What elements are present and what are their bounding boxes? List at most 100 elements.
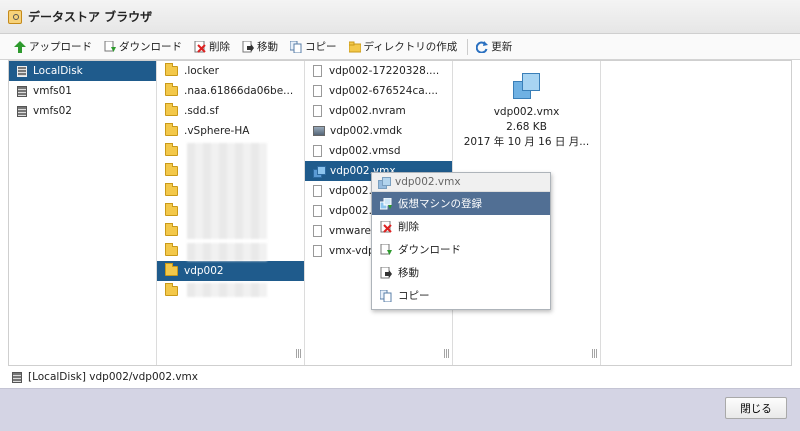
toolbar: アップロード ダウンロード 削除 移動 コピー ディレクトリの作成 更新 (0, 34, 800, 60)
folder-icon (165, 263, 178, 276)
download-label: ダウンロード (119, 41, 182, 53)
redacted-area (187, 283, 267, 297)
datastore-item-localdisk[interactable]: LocalDisk (9, 61, 156, 81)
folder-icon (165, 163, 178, 176)
folder-item-selected[interactable]: vdp002 (157, 261, 304, 281)
menu-item-delete[interactable]: 削除 (372, 215, 550, 238)
menu-item-register-vm[interactable]: 仮想マシンの登録 (372, 192, 550, 215)
folder-icon (165, 123, 178, 136)
file-icon (313, 105, 322, 117)
file-item[interactable]: vdp002.vmsd (305, 141, 452, 161)
window-title: データストア ブラウザ (28, 10, 153, 24)
folder-label: .locker (184, 65, 219, 77)
file-icon (313, 205, 322, 217)
file-icon (313, 65, 322, 77)
menu-item-copy[interactable]: コピー (372, 284, 550, 307)
file-icon (313, 85, 322, 97)
menu-item-label: 移動 (398, 267, 419, 279)
folder-icon (165, 223, 178, 236)
menu-item-move[interactable]: 移動 (372, 261, 550, 284)
resize-grip-icon[interactable]: ||| (443, 349, 450, 359)
folder-label: .vSphere-HA (184, 125, 250, 137)
refresh-icon (475, 40, 489, 53)
file-item[interactable]: vdp002-17220328.... (305, 61, 452, 81)
new-directory-label: ディレクトリの作成 (363, 41, 458, 53)
file-item[interactable]: vdp002-676524ca.... (305, 81, 452, 101)
folder-icon (165, 143, 178, 156)
move-button[interactable]: 移動 (242, 39, 278, 54)
delete-label: 削除 (209, 41, 230, 53)
file-label: vdp002.vmdk (330, 125, 403, 137)
disk-icon (12, 371, 22, 383)
resize-grip-icon[interactable]: ||| (295, 349, 302, 359)
copy-icon (379, 289, 392, 302)
datastore-item-vmfs02[interactable]: vmfs02 (9, 101, 156, 121)
file-item[interactable]: vdp002.vmdk (305, 121, 452, 141)
context-menu: vdp002.vmx 仮想マシンの登録 削除 ダウンロード 移動 コピー (371, 172, 551, 310)
folder-icon (165, 83, 178, 96)
datastore-pane[interactable]: LocalDisk vmfs01 vmfs02 (9, 61, 157, 365)
download-file-icon (104, 40, 116, 53)
file-icon (313, 185, 322, 197)
datastore-label: vmfs01 (33, 85, 72, 97)
move-icon (242, 40, 254, 53)
vm-config-icon (378, 176, 391, 189)
menu-item-label: 削除 (398, 221, 419, 233)
new-folder-icon (348, 41, 361, 53)
file-label: vdp002-17220328.... (329, 65, 440, 77)
vm-config-icon (313, 165, 326, 178)
file-preview: vdp002.vmx 2.68 KB 2017 年 10 月 16 日 月... (453, 61, 600, 150)
delete-icon (194, 40, 206, 53)
folder-label: vdp002 (184, 265, 224, 277)
menu-item-label: ダウンロード (398, 244, 461, 256)
menu-item-label: コピー (398, 290, 430, 302)
copy-button[interactable]: コピー (289, 39, 337, 54)
preview-filename: vdp002.vmx (493, 106, 560, 118)
status-bar: [LocalDisk] vdp002/vdp002.vmx (0, 366, 800, 388)
virtual-disk-icon (313, 126, 325, 136)
move-icon (380, 266, 392, 279)
datastore-item-vmfs01[interactable]: vmfs01 (9, 81, 156, 101)
folder-icon (165, 243, 178, 256)
preview-date: 2017 年 10 月 16 日 月... (463, 136, 590, 148)
file-label: vdp002.nvram (329, 105, 406, 117)
folder-item[interactable]: .sdd.sf (157, 101, 304, 121)
folder-icon (165, 103, 178, 116)
datastore-search-icon (8, 9, 22, 24)
refresh-label: 更新 (491, 41, 513, 53)
file-icon (313, 145, 322, 157)
preview-size: 2.68 KB (506, 121, 547, 133)
folder-icon (165, 283, 178, 296)
close-button[interactable]: 閉じる (725, 397, 787, 419)
resize-grip-icon[interactable]: ||| (591, 349, 598, 359)
download-file-icon (380, 243, 392, 256)
file-item[interactable]: vdp002.nvram (305, 101, 452, 121)
copy-icon (289, 40, 302, 53)
status-path: [LocalDisk] vdp002/vdp002.vmx (28, 371, 198, 383)
folder-icon (165, 63, 178, 76)
disk-icon (17, 105, 27, 117)
dialog-footer: 閉じる (0, 388, 800, 431)
delete-button[interactable]: 削除 (194, 39, 230, 54)
menu-item-download[interactable]: ダウンロード (372, 238, 550, 261)
folder-label: .sdd.sf (184, 105, 219, 117)
context-menu-header: vdp002.vmx (372, 173, 550, 192)
folder-icon (165, 183, 178, 196)
download-button[interactable]: ダウンロード (104, 39, 182, 54)
context-menu-title: vdp002.vmx (395, 176, 461, 188)
folder-item[interactable]: .naa.61866da06be... (157, 81, 304, 101)
datastore-label: vmfs02 (33, 105, 72, 117)
new-directory-button[interactable]: ディレクトリの作成 (348, 39, 458, 54)
datastore-label: LocalDisk (33, 65, 83, 77)
folder-item[interactable]: .vSphere-HA (157, 121, 304, 141)
copy-label: コピー (305, 41, 337, 53)
folder-item[interactable]: .locker (157, 61, 304, 81)
move-label: 移動 (257, 41, 278, 53)
title-bar: データストア ブラウザ (0, 0, 800, 34)
redacted-area (187, 143, 267, 239)
vm-config-large-icon (511, 71, 543, 101)
folder-pane[interactable]: .locker .naa.61866da06be... .sdd.sf .vSp… (157, 61, 305, 365)
upload-button[interactable]: アップロード (14, 39, 92, 54)
upload-arrow-icon (14, 40, 26, 53)
refresh-button[interactable]: 更新 (475, 39, 513, 54)
